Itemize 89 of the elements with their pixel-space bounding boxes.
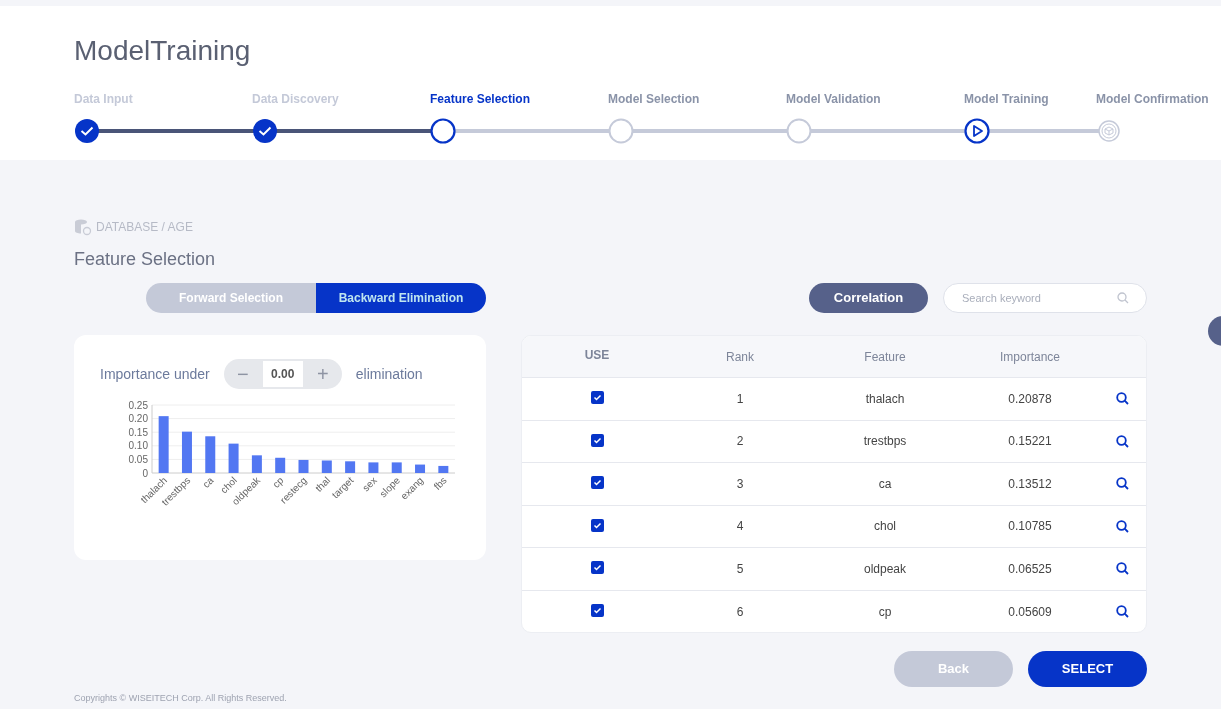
x-axis-label: sex <box>360 474 379 494</box>
bar <box>345 461 356 473</box>
search-icon[interactable] <box>1115 434 1129 448</box>
search-icon <box>1117 292 1129 304</box>
bar <box>438 465 449 473</box>
bar <box>391 462 402 473</box>
table-cell-text: oldpeak <box>863 560 906 578</box>
table-cell-text: 0.10785 <box>1008 518 1052 536</box>
bar <box>158 416 169 473</box>
play-circle-icon[interactable] <box>964 118 990 144</box>
correlation-button[interactable]: Correlation <box>809 283 928 313</box>
table-cell-text: chol <box>874 518 896 536</box>
select-button[interactable]: SELECT <box>1028 651 1147 687</box>
table-cell-text: 3 <box>736 475 744 493</box>
y-tick-label: 0.05 <box>128 453 149 465</box>
checkmark-icon <box>592 563 602 573</box>
number-stepper[interactable]: − 0.00 + <box>223 359 342 389</box>
column-header: Rank <box>726 348 754 366</box>
table-cell-text: trestbps <box>863 433 907 451</box>
checkbox[interactable] <box>590 476 604 490</box>
column-header: USE <box>584 346 610 364</box>
table-cell-text: 0.13512 <box>1008 475 1052 493</box>
step-label: Model Validation <box>786 91 881 106</box>
x-axis-label: ca <box>200 474 216 490</box>
checkmark-icon <box>592 606 602 616</box>
chart-label: Importance under <box>100 364 210 384</box>
check-circle-icon[interactable] <box>74 118 100 144</box>
step-circle-icon[interactable] <box>430 118 456 144</box>
table-cell-text: 6 <box>736 603 744 621</box>
page-title: ModelTraining <box>74 34 251 68</box>
table-cell-text: 1 <box>736 390 744 408</box>
step-label: Model Training <box>964 91 1049 106</box>
step-label: Data Discovery <box>252 91 339 106</box>
database-icon <box>74 218 92 236</box>
bar <box>368 462 379 473</box>
bar <box>228 443 239 473</box>
copyright-text: Copyrights © WISEITECH Corp. All Rights Reserved. <box>74 692 287 705</box>
y-tick-label: 0.15 <box>128 426 149 438</box>
column-header: Feature <box>864 348 906 366</box>
search-icon[interactable] <box>1115 392 1129 406</box>
table-cell-text: 4 <box>736 518 744 536</box>
step-label: Feature Selection <box>430 91 531 106</box>
bar <box>181 431 192 473</box>
step-label: Model Selection <box>608 91 700 106</box>
y-tick-label: 0.20 <box>128 413 149 425</box>
checkbox[interactable] <box>590 433 604 447</box>
step-label: Model Confirmation <box>1096 91 1209 106</box>
x-axis-label: fbs <box>431 474 449 492</box>
step-label: Data Input <box>74 91 133 106</box>
table-cell-text: 0.06525 <box>1008 560 1052 578</box>
table-cell-text: 0.15221 <box>1008 433 1052 451</box>
bar <box>275 457 286 473</box>
y-tick-label: 0 <box>142 467 149 479</box>
y-tick-label: 0.10 <box>128 440 149 452</box>
search-icon[interactable] <box>1115 519 1129 533</box>
checkbox[interactable] <box>590 561 604 575</box>
bar <box>415 464 426 473</box>
table-cell-text: 0.20878 <box>1008 390 1052 408</box>
number-input[interactable]: 0.00 <box>262 361 303 387</box>
checkmark-icon <box>592 478 602 488</box>
y-tick-label: 0.25 <box>128 399 149 411</box>
search-icon[interactable] <box>1115 562 1129 576</box>
table-cell-text: thalach <box>865 390 905 408</box>
x-axis-label: thal <box>313 474 333 494</box>
checkbox[interactable] <box>590 391 604 405</box>
check-circle-icon[interactable] <box>252 118 278 144</box>
column-header: Importance <box>1000 348 1060 366</box>
bar <box>298 459 309 473</box>
search-icon[interactable] <box>1115 605 1129 619</box>
bar <box>251 455 262 473</box>
table-cell-text: ca <box>878 475 892 493</box>
bar <box>205 436 216 473</box>
checkmark-icon <box>592 520 602 530</box>
checkbox[interactable] <box>590 604 604 618</box>
table-cell-text: cp <box>878 603 892 621</box>
mode-tab[interactable]: Backward Elimination <box>316 283 486 313</box>
table-cell-text: 0.05609 <box>1008 603 1052 621</box>
section-title: Feature Selection <box>74 248 216 271</box>
table-cell-text: 5 <box>736 560 744 578</box>
search-icon[interactable] <box>1115 477 1129 491</box>
checkmark-icon <box>592 435 602 445</box>
table-cell-text: 2 <box>736 433 744 451</box>
x-axis-label: cp <box>270 474 286 490</box>
search-field[interactable]: Search keyword <box>943 283 1147 313</box>
checkbox[interactable] <box>590 518 604 532</box>
checkmark-icon <box>592 393 602 403</box>
bar <box>321 460 332 473</box>
chart-label: elimination <box>355 364 423 384</box>
breadcrumb: DATABASE / AGE <box>96 219 193 236</box>
